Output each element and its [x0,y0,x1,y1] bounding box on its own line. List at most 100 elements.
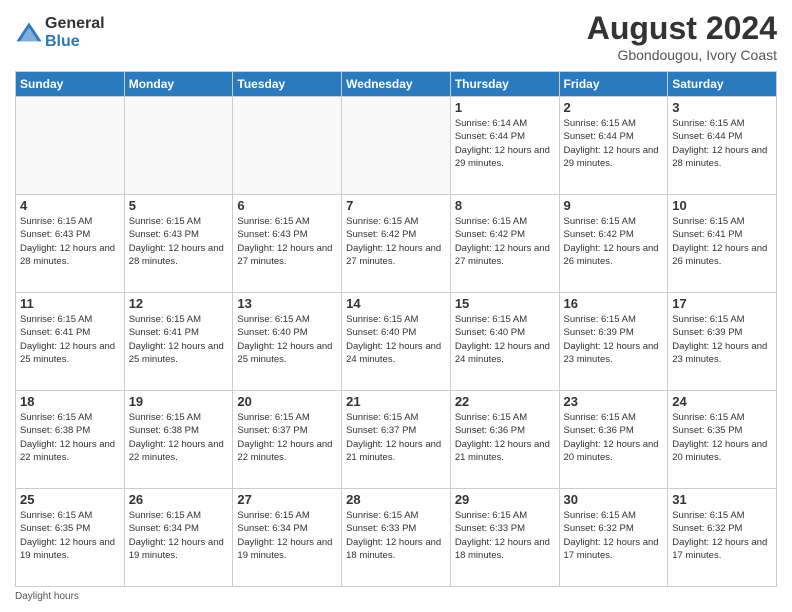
cell-info-text: Sunrise: 6:15 AM Sunset: 6:41 PM Dayligh… [20,313,120,366]
cell-day-number: 7 [346,198,446,213]
calendar-cell: 24 Sunrise: 6:15 AM Sunset: 6:35 PM Dayli… [668,391,777,489]
calendar-cell: 20 Sunrise: 6:15 AM Sunset: 6:37 PM Dayli… [233,391,342,489]
calendar-cell: 6 Sunrise: 6:15 AM Sunset: 6:43 PM Daylig… [233,195,342,293]
cell-info-text: Sunrise: 6:15 AM Sunset: 6:44 PM Dayligh… [672,117,772,170]
calendar-cell: 30Sunrise: 6:15 AM Sunset: 6:32 PM Dayli… [559,489,668,587]
calendar-cell: 28 Sunrise: 6:15 AM Sunset: 6:33 PM Dayli… [342,489,451,587]
calendar-cell: 21Sunrise: 6:15 AM Sunset: 6:37 PM Dayli… [342,391,451,489]
calendar-cell: 31 Sunrise: 6:15 AM Sunset: 6:32 PM Dayli… [668,489,777,587]
header-cell-saturday: Saturday [668,72,777,97]
cell-info-text: Sunrise: 6:15 AM Sunset: 6:43 PM Dayligh… [237,215,337,268]
week-row-3: 18 Sunrise: 6:15 AM Sunset: 6:38 PM Dayli… [16,391,777,489]
cell-day-number: 21 [346,394,446,409]
cell-info-text: Sunrise: 6:15 AM Sunset: 6:33 PM Dayligh… [455,509,555,562]
calendar-cell: 29 Sunrise: 6:15 AM Sunset: 6:33 PM Dayli… [450,489,559,587]
cell-info-text: Sunrise: 6:15 AM Sunset: 6:42 PM Dayligh… [346,215,446,268]
calendar-cell [124,97,233,195]
calendar-cell: 22 Sunrise: 6:15 AM Sunset: 6:36 PM Dayli… [450,391,559,489]
cell-day-number: 23 [564,394,664,409]
cell-day-number: 3 [672,100,772,115]
cell-day-number: 28 [346,492,446,507]
cell-info-text: Sunrise: 6:15 AM Sunset: 6:37 PM Dayligh… [237,411,337,464]
cell-info-text: Sunrise: 6:15 AM Sunset: 6:43 PM Dayligh… [20,215,120,268]
cell-info-text: Sunrise: 6:15 AM Sunset: 6:40 PM Dayligh… [346,313,446,366]
cell-day-number: 27 [237,492,337,507]
cell-day-number: 29 [455,492,555,507]
calendar-cell: 26 Sunrise: 6:15 AM Sunset: 6:34 PM Dayli… [124,489,233,587]
cell-day-number: 22 [455,394,555,409]
calendar-cell: 4Sunrise: 6:15 AM Sunset: 6:43 PM Daylig… [16,195,125,293]
header-cell-sunday: Sunday [16,72,125,97]
logo-icon [15,19,43,47]
cell-info-text: Sunrise: 6:15 AM Sunset: 6:40 PM Dayligh… [455,313,555,366]
cell-info-text: Sunrise: 6:15 AM Sunset: 6:32 PM Dayligh… [672,509,772,562]
cell-info-text: Sunrise: 6:15 AM Sunset: 6:40 PM Dayligh… [237,313,337,366]
cell-info-text: Sunrise: 6:15 AM Sunset: 6:34 PM Dayligh… [129,509,229,562]
cell-info-text: Sunrise: 6:15 AM Sunset: 6:41 PM Dayligh… [672,215,772,268]
logo-blue: Blue [45,33,105,51]
cell-day-number: 1 [455,100,555,115]
cell-info-text: Sunrise: 6:15 AM Sunset: 6:42 PM Dayligh… [564,215,664,268]
calendar-cell [16,97,125,195]
cell-info-text: Sunrise: 6:15 AM Sunset: 6:35 PM Dayligh… [20,509,120,562]
cell-info-text: Sunrise: 6:15 AM Sunset: 6:38 PM Dayligh… [20,411,120,464]
cell-info-text: Sunrise: 6:15 AM Sunset: 6:44 PM Dayligh… [564,117,664,170]
cell-day-number: 8 [455,198,555,213]
main-title: August 2024 [587,10,777,47]
calendar-cell: 5Sunrise: 6:15 AM Sunset: 6:43 PM Daylig… [124,195,233,293]
cell-info-text: Sunrise: 6:15 AM Sunset: 6:33 PM Dayligh… [346,509,446,562]
header-row: SundayMondayTuesdayWednesdayThursdayFrid… [16,72,777,97]
calendar-cell: 9 Sunrise: 6:15 AM Sunset: 6:42 PM Daylig… [559,195,668,293]
cell-day-number: 13 [237,296,337,311]
cell-day-number: 24 [672,394,772,409]
title-block: August 2024 Gbondougou, Ivory Coast [587,10,777,63]
cell-day-number: 25 [20,492,120,507]
calendar-cell [342,97,451,195]
cell-info-text: Sunrise: 6:15 AM Sunset: 6:36 PM Dayligh… [564,411,664,464]
calendar-cell: 16 Sunrise: 6:15 AM Sunset: 6:39 PM Dayli… [559,293,668,391]
cell-info-text: Sunrise: 6:15 AM Sunset: 6:38 PM Dayligh… [129,411,229,464]
cell-day-number: 31 [672,492,772,507]
cell-info-text: Sunrise: 6:15 AM Sunset: 6:36 PM Dayligh… [455,411,555,464]
calendar-cell: 3 Sunrise: 6:15 AM Sunset: 6:44 PM Daylig… [668,97,777,195]
page: General Blue August 2024 Gbondougou, Ivo… [0,0,792,612]
calendar-cell: 18 Sunrise: 6:15 AM Sunset: 6:38 PM Dayli… [16,391,125,489]
calendar-cell: 1 Sunrise: 6:14 AM Sunset: 6:44 PM Daylig… [450,97,559,195]
cell-day-number: 18 [20,394,120,409]
cell-day-number: 14 [346,296,446,311]
calendar-cell: 13 Sunrise: 6:15 AM Sunset: 6:40 PM Dayli… [233,293,342,391]
calendar-cell [233,97,342,195]
calendar-cell: 10Sunrise: 6:15 AM Sunset: 6:41 PM Dayli… [668,195,777,293]
header-cell-friday: Friday [559,72,668,97]
header-cell-tuesday: Tuesday [233,72,342,97]
cell-info-text: Sunrise: 6:15 AM Sunset: 6:39 PM Dayligh… [672,313,772,366]
week-row-4: 25 Sunrise: 6:15 AM Sunset: 6:35 PM Dayli… [16,489,777,587]
cell-day-number: 6 [237,198,337,213]
cell-info-text: Sunrise: 6:15 AM Sunset: 6:39 PM Dayligh… [564,313,664,366]
cell-day-number: 12 [129,296,229,311]
calendar-cell: 8 Sunrise: 6:15 AM Sunset: 6:42 PM Daylig… [450,195,559,293]
cell-day-number: 9 [564,198,664,213]
header-cell-monday: Monday [124,72,233,97]
cell-info-text: Sunrise: 6:15 AM Sunset: 6:42 PM Dayligh… [455,215,555,268]
calendar-cell: 19 Sunrise: 6:15 AM Sunset: 6:38 PM Dayli… [124,391,233,489]
cell-day-number: 26 [129,492,229,507]
calendar-table: SundayMondayTuesdayWednesdayThursdayFrid… [15,71,777,587]
cell-day-number: 20 [237,394,337,409]
cell-info-text: Sunrise: 6:15 AM Sunset: 6:41 PM Dayligh… [129,313,229,366]
logo-general: General [45,15,105,33]
cell-day-number: 16 [564,296,664,311]
calendar-cell: 27Sunrise: 6:15 AM Sunset: 6:34 PM Dayli… [233,489,342,587]
header: General Blue August 2024 Gbondougou, Ivo… [15,10,777,63]
cell-day-number: 19 [129,394,229,409]
cell-day-number: 17 [672,296,772,311]
calendar-cell: 12 Sunrise: 6:15 AM Sunset: 6:41 PM Dayli… [124,293,233,391]
header-cell-wednesday: Wednesday [342,72,451,97]
cell-day-number: 2 [564,100,664,115]
subtitle: Gbondougou, Ivory Coast [587,47,777,63]
cell-info-text: Sunrise: 6:15 AM Sunset: 6:35 PM Dayligh… [672,411,772,464]
calendar-cell: 25 Sunrise: 6:15 AM Sunset: 6:35 PM Dayli… [16,489,125,587]
calendar-cell: 11Sunrise: 6:15 AM Sunset: 6:41 PM Dayli… [16,293,125,391]
cell-info-text: Sunrise: 6:15 AM Sunset: 6:43 PM Dayligh… [129,215,229,268]
cell-info-text: Sunrise: 6:14 AM Sunset: 6:44 PM Dayligh… [455,117,555,170]
